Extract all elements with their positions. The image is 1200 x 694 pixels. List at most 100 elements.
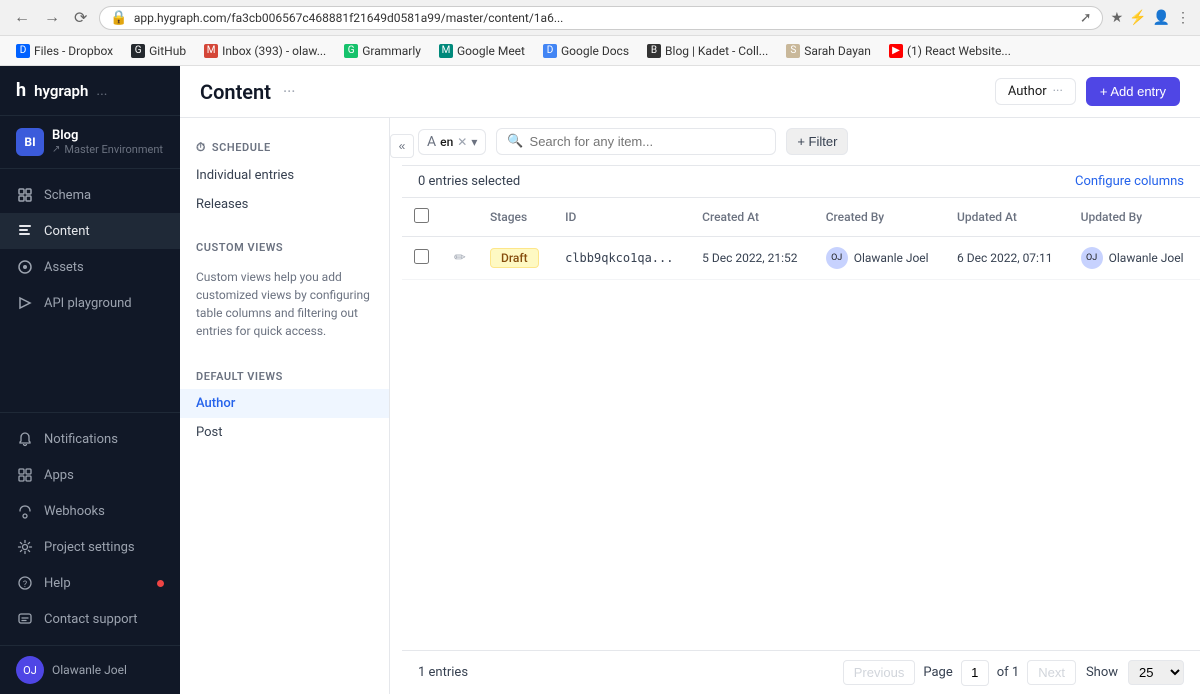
row-created-by: OJ Olawanle Joel	[826, 247, 933, 269]
schedule-section: ⏱ SCHEDULE Individual entries Releases	[180, 134, 389, 219]
previous-page-button[interactable]: Previous	[843, 660, 916, 685]
settings-icon	[16, 538, 34, 556]
individual-entries-item[interactable]: Individual entries	[180, 161, 389, 190]
svg-text:?: ?	[23, 580, 27, 590]
releases-item[interactable]: Releases	[180, 190, 389, 219]
row-id-cell: clbb9qkco1qa...	[553, 237, 690, 280]
page-number-input[interactable]	[961, 660, 989, 686]
bookmark-meet[interactable]: M Google Meet	[431, 41, 533, 61]
bookmark-sarah[interactable]: S Sarah Dayan	[778, 41, 879, 61]
created-by-column-header[interactable]: Created By	[814, 198, 945, 237]
row-checkbox[interactable]	[414, 249, 429, 264]
row-created-by-cell: OJ Olawanle Joel	[814, 237, 945, 280]
webhooks-icon	[16, 502, 34, 520]
bookmark-github[interactable]: G GitHub	[123, 41, 194, 61]
bookmark-label: Google Meet	[457, 44, 525, 58]
share-icon: ➚	[1080, 10, 1092, 26]
apps-icon	[16, 466, 34, 484]
project-section: BI Blog ↗ Master Environment	[0, 116, 180, 169]
contact-support-icon	[16, 610, 34, 628]
table-row: ✏ Draft clbb9qkco1qa... 5 Dec 2022, 21:5…	[402, 237, 1200, 280]
extensions-icon[interactable]: ⚡	[1129, 10, 1146, 26]
search-input[interactable]	[530, 134, 766, 149]
sidebar-item-content[interactable]: Content	[0, 213, 180, 249]
created-at-column-header[interactable]: Created At	[690, 198, 814, 237]
sidebar-item-assets[interactable]: Assets	[0, 249, 180, 285]
collapse-panel-button[interactable]: «	[390, 134, 414, 158]
bookmark-inbox[interactable]: M Inbox (393) - olaw...	[196, 41, 334, 61]
sidebar-item-help[interactable]: ? Help	[0, 565, 180, 601]
bookmarks-bar: D Files - Dropbox G GitHub M Inbox (393)…	[0, 36, 1200, 66]
table-area: A en ✕ ▾ 🔍 + Filter 0 entries selected C…	[402, 118, 1200, 694]
bookmark-icon[interactable]: ★	[1111, 10, 1124, 26]
updated-by-avatar: OJ	[1081, 247, 1103, 269]
table-toolbar: A en ✕ ▾ 🔍 + Filter	[402, 118, 1200, 166]
back-button[interactable]: ←	[10, 7, 34, 29]
lock-icon: 🔒	[110, 10, 127, 26]
address-bar[interactable]: 🔒 app.hygraph.com/fa3cb006567c468881f216…	[99, 6, 1102, 30]
project-env[interactable]: BI Blog ↗ Master Environment	[16, 128, 164, 156]
sidebar-user[interactable]: OJ Olawanle Joel	[0, 645, 180, 694]
row-updated-by-cell: OJ Olawanle Joel	[1069, 237, 1200, 280]
row-edit-button[interactable]: ✏	[454, 250, 466, 266]
sidebar-item-schema[interactable]: Schema	[0, 177, 180, 213]
add-entry-button[interactable]: + Add entry	[1086, 77, 1180, 106]
configure-columns-link[interactable]: Configure columns	[1075, 174, 1184, 189]
page-title-dots[interactable]: ···	[283, 82, 296, 101]
lang-dropdown-icon[interactable]: ▾	[471, 135, 477, 149]
author-tab-pill[interactable]: Author ···	[995, 78, 1076, 105]
updated-by-name: Olawanle Joel	[1109, 251, 1184, 265]
search-box[interactable]: 🔍	[496, 128, 776, 155]
stages-column-header[interactable]: Stages	[478, 198, 553, 237]
post-view-item[interactable]: Post	[180, 418, 389, 447]
stage-badge: Draft	[490, 248, 539, 268]
filter-button[interactable]: + Filter	[786, 128, 848, 155]
search-icon: 🔍	[507, 134, 523, 149]
bookmark-label: Sarah Dayan	[804, 44, 871, 58]
menu-icon[interactable]: ⋮	[1176, 10, 1190, 26]
bookmark-dropbox[interactable]: D Files - Dropbox	[8, 41, 121, 61]
project-info: Blog ↗ Master Environment	[52, 128, 163, 156]
logo-text: hygraph	[34, 82, 88, 100]
select-all-checkbox[interactable]	[414, 208, 429, 223]
custom-views-label: CUSTOM VIEWS	[196, 241, 283, 254]
sidebar-item-webhooks[interactable]: Webhooks	[0, 493, 180, 529]
tab-pill-dots: ···	[1053, 84, 1063, 99]
edit-col-header	[442, 198, 478, 237]
forward-button[interactable]: →	[40, 7, 64, 29]
entries-count: 1 entries	[418, 665, 833, 680]
sidebar-item-project-settings[interactable]: Project settings	[0, 529, 180, 565]
language-selector[interactable]: A en ✕ ▾	[418, 129, 486, 155]
sidebar-item-apps[interactable]: Apps	[0, 457, 180, 493]
sidebar-item-contact-support[interactable]: Contact support	[0, 601, 180, 637]
row-created-at-cell: 5 Dec 2022, 21:52	[690, 237, 814, 280]
page-title: Content	[200, 80, 271, 104]
address-text: app.hygraph.com/fa3cb006567c468881f21649…	[134, 11, 1074, 25]
profile-icon[interactable]: 👤	[1153, 10, 1170, 26]
next-page-button[interactable]: Next	[1027, 660, 1076, 685]
created-by-name: Olawanle Joel	[854, 251, 929, 265]
sidebar: h hygraph ... BI Blog ↗ Master Environme…	[0, 66, 180, 694]
per-page-select[interactable]: 25 50 100	[1128, 660, 1184, 685]
author-view-item[interactable]: Author	[180, 389, 389, 418]
id-column-header[interactable]: ID	[553, 198, 690, 237]
bookmark-docs[interactable]: D Google Docs	[535, 41, 637, 61]
entries-selected: 0 entries selected	[418, 174, 520, 189]
updated-by-column-header[interactable]: Updated By	[1069, 198, 1200, 237]
bookmark-blog[interactable]: B Blog | Kadet - Coll...	[639, 41, 776, 61]
header-actions: Author ··· + Add entry	[995, 77, 1180, 106]
sidebar-item-api-playground[interactable]: API playground	[0, 285, 180, 321]
row-updated-at-cell: 6 Dec 2022, 07:11	[945, 237, 1069, 280]
docs-favicon: D	[543, 44, 557, 58]
sidebar-item-notifications[interactable]: Notifications	[0, 421, 180, 457]
bookmark-react[interactable]: ▶ (1) React Website...	[881, 41, 1019, 61]
content-icon	[16, 222, 34, 240]
logo-h-icon: h	[16, 80, 26, 101]
lang-remove-button[interactable]: ✕	[457, 135, 467, 149]
updated-at-column-header[interactable]: Updated At	[945, 198, 1069, 237]
bookmark-grammarly[interactable]: G Grammarly	[336, 41, 429, 61]
row-updated-by: OJ Olawanle Joel	[1081, 247, 1188, 269]
table-body: ✏ Draft clbb9qkco1qa... 5 Dec 2022, 21:5…	[402, 237, 1200, 280]
table-header-row: Stages ID Created At Created By	[402, 198, 1200, 237]
reload-button[interactable]: ⟳	[70, 6, 91, 30]
